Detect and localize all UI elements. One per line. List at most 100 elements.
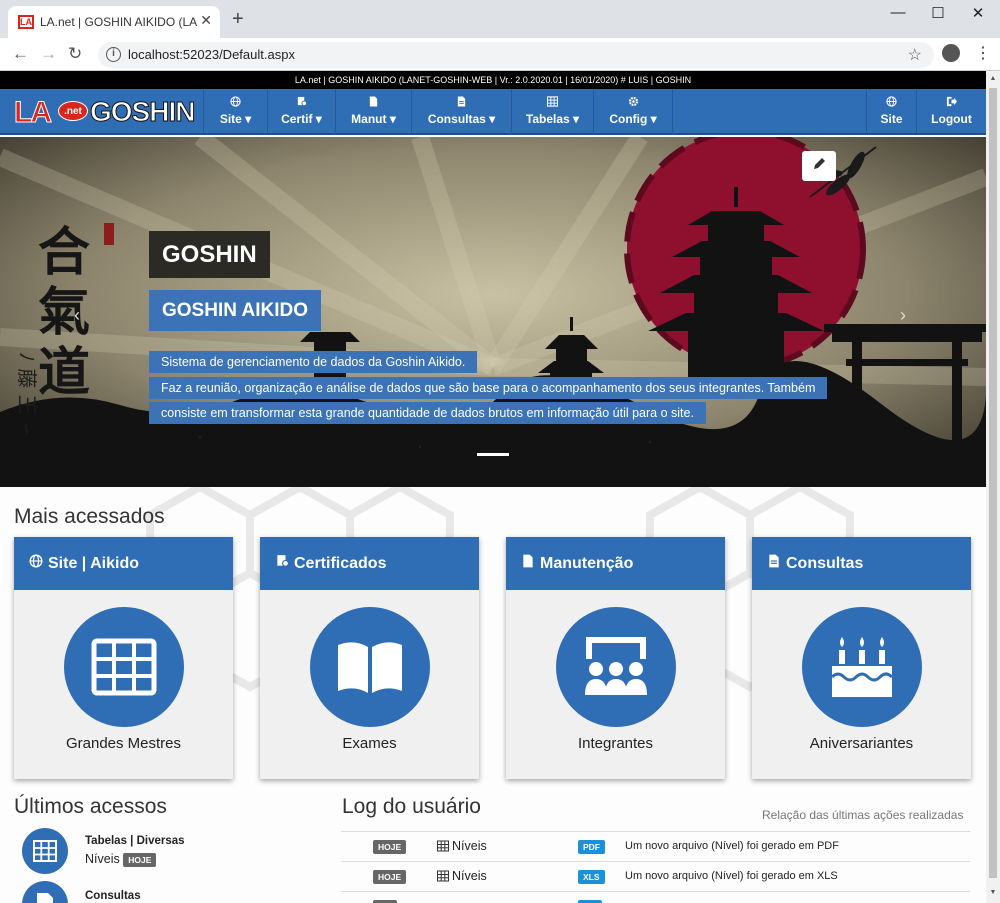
table-icon (33, 840, 57, 862)
carousel-next-button[interactable]: › (900, 305, 906, 326)
logo-goshin: GOSHIN (89, 96, 195, 128)
card-header-label: Manutenção (540, 555, 634, 572)
last-access-item-sub: Níveis HOJE (85, 852, 157, 867)
new-tab-button[interactable]: + (232, 8, 244, 31)
card-header: Manutenção (506, 537, 725, 590)
nav-site-link[interactable]: Site (866, 89, 916, 135)
nav-config-label: Config ▾ (609, 112, 657, 126)
forward-button[interactable]: → (40, 44, 57, 64)
hero-carousel: ﾉ 藤 王 ∽ 合氣道 GOSHIN GOSHIN AIKIDO Sistema… (0, 137, 986, 487)
nav-config-menu[interactable]: Config ▾ (593, 89, 673, 135)
hero-description-line-3: consiste em transformar esta grande quan… (149, 402, 706, 424)
nav-site-menu[interactable]: Site ▾ (203, 89, 267, 135)
hero-description-line-1: Sistema de gerenciamento de dados da Gos… (149, 351, 478, 373)
scrollbar-thumb[interactable] (989, 88, 997, 878)
close-tab-icon[interactable]: ✕ (200, 12, 212, 29)
nav-consultas-menu[interactable]: Consultas ▾ (411, 89, 511, 135)
log-item-name: Níveis (452, 869, 487, 883)
browser-tab[interactable]: LA LA.net | GOSHIN AIKIDO (LANET- ✕ (8, 6, 220, 38)
bookmark-star-icon[interactable]: ☆ (908, 45, 922, 65)
today-badge: HOJE (373, 870, 407, 884)
logout-label: Logout (931, 112, 972, 126)
browser-toolbar: ← → ↻ i localhost:52023/Default.aspx ☆ ⋮ (0, 38, 1000, 71)
site-info-icon[interactable]: i (106, 47, 121, 62)
carousel-prev-button[interactable]: ‹ (74, 305, 80, 326)
log-row: HOJE Níveis PDF Um novo arquivo (Nível) … (341, 831, 970, 861)
nav-tabelas-label: Tabelas ▾ (525, 112, 580, 126)
nav-certif-menu[interactable]: Certif ▾ (267, 89, 335, 135)
back-button[interactable]: ← (12, 44, 29, 64)
nav-manut-menu[interactable]: Manut ▾ (335, 89, 411, 135)
address-bar[interactable]: i localhost:52023/Default.aspx ☆ (98, 42, 934, 68)
system-info-bar: LA.net | GOSHIN AIKIDO (LANET-GOSHIN-WEB… (0, 71, 986, 89)
browser-menu-icon[interactable]: ⋮ (975, 43, 991, 63)
card-label: Exames (342, 735, 397, 752)
nav-site-label: Site ▾ (219, 112, 252, 126)
maximize-button[interactable]: ☐ (918, 4, 958, 22)
file-type-badge: XLS (578, 870, 605, 884)
scroll-up-arrow-icon[interactable]: ▲ (989, 75, 997, 82)
main-navbar: LA .net GOSHIN Site ▾ Certif ▾ Manut ▾ C… (0, 89, 986, 135)
nav-certif-label: Certif ▾ (281, 112, 322, 126)
web-page: LA.net | GOSHIN AIKIDO (LANET-GOSHIN-WEB… (0, 71, 986, 903)
page-scrollbar[interactable]: ▲ ▼ (986, 71, 1000, 903)
svg-text:ﾉ 藤 王 ∽: ﾉ 藤 王 ∽ (15, 352, 39, 438)
today-badge: HOJE (373, 840, 407, 854)
card-icon-circle (802, 607, 922, 727)
hero-subtitle: GOSHIN AIKIDO (149, 290, 322, 331)
file-type-badge: PDF (578, 840, 605, 854)
card-header-label: Site | Aikido (48, 555, 140, 572)
card-consultas[interactable]: Consultas Aniversariantes (752, 537, 971, 779)
log-message: Um novo arquivo (Nível) foi gerado em PD… (625, 840, 839, 852)
group-presentation-icon (585, 637, 647, 695)
log-row: HOJE Níveis XLS Um novo arquivo (Nível) … (341, 861, 970, 891)
close-window-button[interactable]: ✕ (958, 4, 998, 22)
logout-icon (946, 96, 957, 107)
last-access-item-title[interactable]: Consultas (85, 890, 141, 902)
carousel-indicator[interactable] (477, 453, 509, 456)
profile-avatar-icon[interactable] (942, 44, 960, 62)
today-badge: HOJE (123, 852, 157, 867)
table-icon (547, 96, 558, 107)
card-manutencao[interactable]: Manutenção Integrantes (506, 537, 725, 779)
logo-net: .net (58, 101, 88, 121)
hero-description-line-2: Faz a reunião, organização e análise de … (149, 377, 828, 399)
table-icon (437, 840, 449, 852)
site-favicon-icon: LA (18, 15, 34, 29)
tab-title: LA.net | GOSHIN AIKIDO (LANET- (40, 15, 198, 29)
card-site-aikido[interactable]: Site | Aikido Grandes Mestres (14, 537, 233, 779)
card-label: Integrantes (577, 735, 654, 752)
birthday-cake-icon (830, 637, 894, 697)
last-access-item-icon[interactable] (22, 828, 68, 874)
reload-button[interactable]: ↻ (68, 44, 82, 64)
minimize-button[interactable]: — (878, 4, 918, 21)
nav-tabelas-menu[interactable]: Tabelas ▾ (511, 89, 593, 135)
globe-icon (29, 554, 43, 568)
globe-icon (886, 96, 897, 107)
table-icon (91, 638, 157, 696)
nav-site-link-label: Site (880, 112, 903, 126)
card-label: Aniversariantes (809, 735, 914, 752)
last-access-item-sub-label: Níveis (85, 852, 120, 866)
url-text[interactable]: localhost:52023/Default.aspx (128, 47, 295, 62)
document-icon (37, 893, 53, 903)
user-log-caption: Relação das últimas ações realizadas (762, 808, 964, 822)
gear-icon (628, 96, 638, 107)
most-accessed-title: Mais acessados (14, 505, 165, 528)
card-header: Consultas (752, 537, 971, 590)
la-net-goshin-logo[interactable]: LA .net GOSHIN (14, 95, 196, 130)
logout-button[interactable]: Logout (916, 89, 986, 135)
card-icon-circle (64, 607, 184, 727)
file-icon (523, 554, 533, 568)
card-certificados[interactable]: Certificados Exames (260, 537, 479, 779)
log-row-partial (341, 891, 970, 903)
card-icon-circle (310, 607, 430, 727)
last-access-item-title[interactable]: Tabelas | Diversas (85, 835, 185, 847)
certificate-icon (277, 555, 289, 567)
pencil-icon (814, 158, 825, 169)
file-icon (369, 96, 378, 107)
hero-background-illustration: ﾉ 藤 王 ∽ (0, 137, 986, 487)
browser-tab-bar: LA LA.net | GOSHIN AIKIDO (LANET- ✕ + — … (0, 0, 1000, 38)
edit-banner-button[interactable] (802, 151, 836, 181)
scroll-down-arrow-icon[interactable]: ▼ (989, 889, 997, 896)
